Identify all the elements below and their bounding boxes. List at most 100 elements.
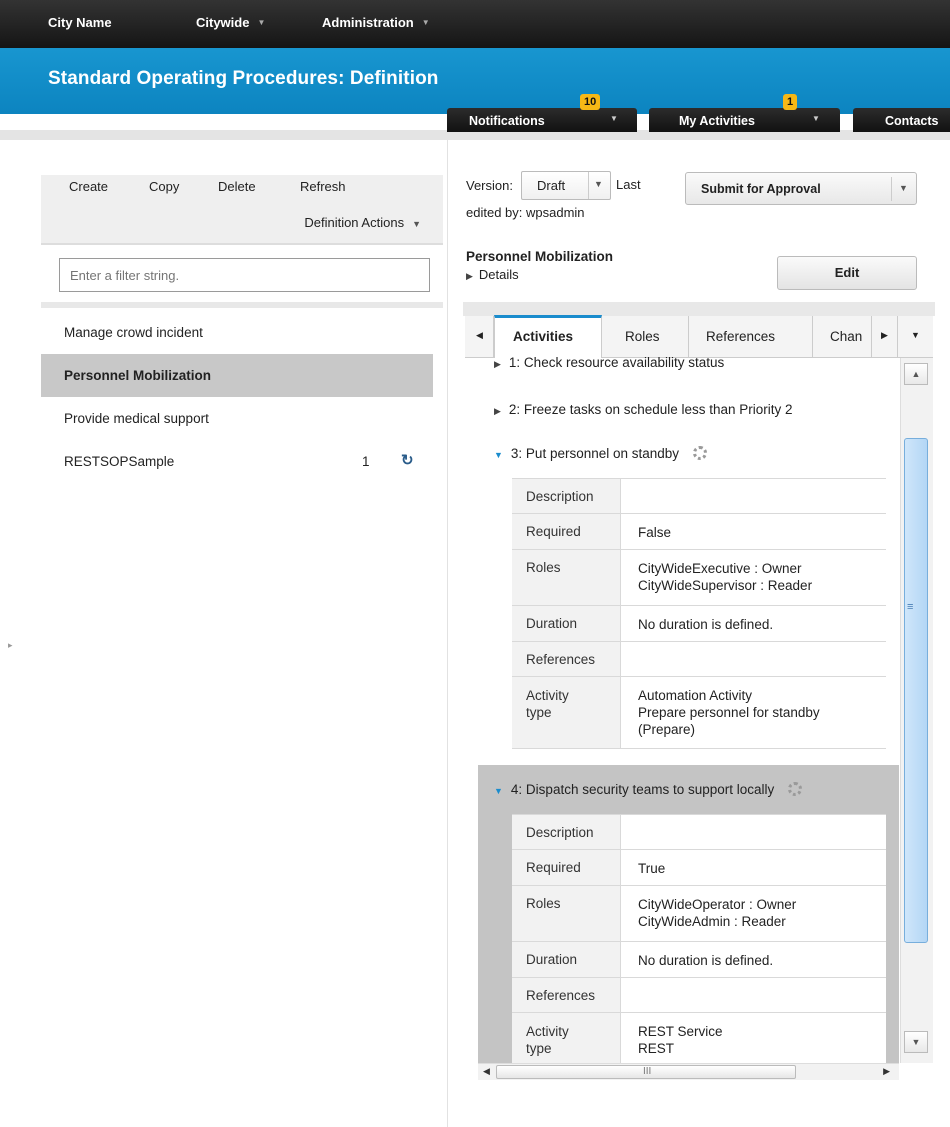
- detail-value: False: [638, 525, 672, 540]
- detail-value: REST Service REST: [638, 1024, 723, 1056]
- detail-row: Roles CityWideOperator : Owner CityWideAd…: [512, 885, 886, 941]
- scroll-left-icon[interactable]: ◀: [483, 1066, 490, 1077]
- top-nav-bar: City Name Citywide ▼ Administration ▼: [0, 0, 950, 48]
- administration-menu[interactable]: Administration ▼: [322, 15, 430, 30]
- activities-count-badge: 1: [783, 94, 798, 110]
- city-name-menu[interactable]: City Name: [48, 15, 112, 30]
- citywide-label: Citywide: [196, 15, 250, 30]
- chevron-down-icon: ▼: [610, 114, 618, 123]
- citywide-menu[interactable]: Citywide ▼: [196, 15, 265, 30]
- select-divider: [588, 172, 589, 199]
- submit-label: Submit for Approval: [701, 182, 821, 196]
- detail-row: Activity type REST Service REST: [512, 1012, 886, 1063]
- activity-header-1[interactable]: ▶ 1: Check resource availability status: [494, 355, 724, 370]
- refresh-icon[interactable]: ↻: [401, 451, 414, 469]
- version-value: Draft: [537, 178, 566, 193]
- tab-label: Chan: [830, 329, 863, 344]
- scroll-thumb[interactable]: [904, 438, 928, 943]
- list-item[interactable]: Provide medical support: [41, 397, 433, 440]
- tab-activities[interactable]: Activities: [494, 315, 602, 358]
- chevron-down-icon: ▼: [911, 330, 920, 340]
- detail-key: Activity type: [512, 677, 621, 748]
- contacts-label: Contacts: [885, 114, 939, 128]
- administration-label: Administration: [322, 15, 414, 30]
- detail-value: No duration is defined.: [638, 617, 774, 632]
- chevron-down-icon: ▼: [412, 219, 421, 229]
- definition-toolbar: Create Copy Delete Refresh Definition Ac…: [41, 175, 443, 245]
- delete-button[interactable]: Delete: [218, 179, 256, 194]
- horizontal-scrollbar[interactable]: ◀ III ▶: [478, 1063, 899, 1080]
- details-toggle[interactable]: ▶ Details: [466, 267, 519, 282]
- activity-4-details: Description Required True Roles CityWideOp…: [512, 814, 886, 1063]
- gear-icon: [693, 446, 708, 460]
- tab-roles[interactable]: Roles: [602, 316, 689, 358]
- definition-actions-label: Definition Actions: [304, 215, 405, 230]
- list-item-selected[interactable]: Personnel Mobilization: [41, 354, 433, 397]
- activity-title: 1: Check resource availability status: [508, 355, 725, 370]
- sop-name: Personnel Mobilization: [466, 249, 614, 264]
- chevron-down-icon[interactable]: ▼: [899, 183, 908, 193]
- details-label: Details: [478, 267, 519, 282]
- page-header: Standard Operating Procedures: Definitio…: [0, 48, 950, 114]
- detail-row: Roles CityWideExecutive : Owner CityWideS…: [512, 549, 886, 605]
- tab-label: Activities: [513, 329, 574, 344]
- activity-title: 4: Dispatch security teams to support lo…: [510, 782, 775, 797]
- detail-value: Automation Activity Prepare personnel fo…: [638, 688, 820, 737]
- detail-key: References: [512, 642, 621, 676]
- list-item-label: RESTSOPSample: [64, 454, 175, 469]
- list-item-label: Manage crowd incident: [64, 325, 203, 340]
- scroll-thumb[interactable]: III: [496, 1065, 796, 1079]
- contacts-tab[interactable]: Contacts: [853, 108, 950, 132]
- edit-button[interactable]: Edit: [777, 256, 917, 290]
- tab-label: References: [706, 329, 776, 344]
- detail-row: References: [512, 977, 886, 1012]
- chevron-left-icon: ◀: [476, 330, 483, 340]
- refresh-button[interactable]: Refresh: [300, 179, 346, 194]
- list-item[interactable]: RESTSOPSample 1 ↻: [41, 440, 433, 483]
- list-item[interactable]: Manage crowd incident: [41, 311, 433, 354]
- edited-by-label: edited by: wpsadmin: [466, 205, 585, 220]
- scroll-down-icon[interactable]: ▼: [904, 1031, 928, 1053]
- copy-button[interactable]: Copy: [149, 179, 179, 194]
- detail-value: No duration is defined.: [638, 953, 774, 968]
- notifications-count-badge: 10: [580, 94, 601, 110]
- tab-changes[interactable]: Chan: [813, 316, 872, 358]
- scroll-up-icon[interactable]: ▲: [904, 363, 928, 385]
- scroll-right-icon[interactable]: ▶: [883, 1066, 890, 1077]
- activity-header-3[interactable]: ▼ 3: Put personnel on standby: [494, 446, 708, 461]
- detail-row: Required False: [512, 513, 886, 549]
- detail-key: Description: [512, 479, 621, 513]
- tab-references[interactable]: References: [689, 316, 813, 358]
- chevron-right-icon: ▶: [494, 359, 501, 369]
- tab-scroll-right[interactable]: ▶: [872, 316, 898, 358]
- collapse-handle-icon[interactable]: ▸: [8, 640, 13, 651]
- vertical-scrollbar[interactable]: ▲ ≡ ▼: [900, 358, 933, 1063]
- notifications-tab[interactable]: Notifications 10 ▼: [447, 94, 637, 132]
- notifications-label: Notifications: [469, 114, 545, 128]
- detail-row: Duration No duration is defined.: [512, 941, 886, 977]
- chevron-down-icon: ▼: [257, 18, 266, 27]
- chevron-right-icon: ▶: [881, 330, 888, 340]
- detail-key: Duration: [512, 942, 621, 977]
- tab-scroll-left[interactable]: ◀: [465, 316, 494, 358]
- detail-value: True: [638, 861, 666, 876]
- chevron-down-icon: ▼: [494, 450, 503, 460]
- chevron-down-icon: ▼: [421, 18, 430, 27]
- definition-actions-menu[interactable]: Definition Actions ▼: [304, 215, 421, 230]
- detail-key: Required: [512, 514, 621, 549]
- activity-title: 3: Put personnel on standby: [510, 446, 680, 461]
- chevron-right-icon: ▶: [494, 406, 501, 416]
- chevron-down-icon: ▼: [594, 179, 603, 189]
- chevron-down-icon: ▼: [494, 786, 503, 796]
- create-button[interactable]: Create: [69, 179, 108, 194]
- detail-row: Description: [512, 814, 886, 849]
- gear-icon: [788, 782, 803, 796]
- tab-list-menu[interactable]: ▼: [898, 316, 933, 358]
- version-select[interactable]: Draft ▼: [521, 171, 611, 200]
- activity-header-2[interactable]: ▶ 2: Freeze tasks on schedule less than P…: [494, 402, 793, 417]
- submit-for-approval-button[interactable]: Submit for Approval ▼: [685, 172, 917, 205]
- filter-input[interactable]: [59, 258, 430, 292]
- chevron-right-icon: ▶: [466, 271, 473, 281]
- my-activities-tab[interactable]: My Activities 1 ▼: [649, 94, 840, 132]
- activity-header-4[interactable]: ▼ 4: Dispatch security teams to support l…: [494, 782, 803, 797]
